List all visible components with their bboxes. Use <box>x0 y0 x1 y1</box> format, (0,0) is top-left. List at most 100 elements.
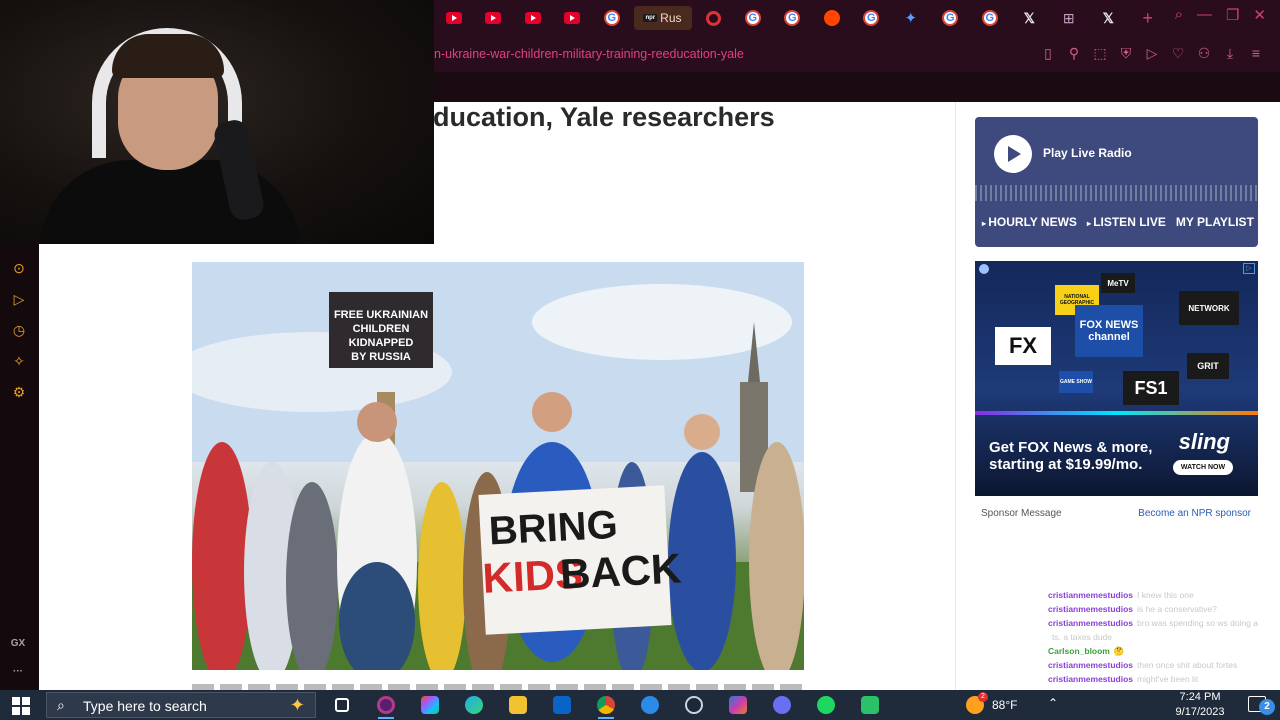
tray-overflow-icon[interactable]: ⌃ <box>1048 696 1058 710</box>
windows-taskbar: ⌕ ✦ 2 88°F ⌃ 7:24 PM 9/17/2023 <box>0 690 1280 720</box>
search-tabs-icon[interactable]: ⌕ <box>1175 6 1183 24</box>
taskbar-search-input[interactable] <box>83 698 263 714</box>
taskbar-figma[interactable] <box>410 693 450 717</box>
taskbar-explorer[interactable] <box>498 693 538 717</box>
tab-reddit[interactable] <box>812 6 852 30</box>
m365-icon <box>729 696 747 714</box>
fx-tile: FX <box>995 327 1051 365</box>
hourly-news-link[interactable]: HOURLY NEWS <box>982 215 1077 229</box>
url-text[interactable]: n-ukraine-war-children-military-training… <box>434 47 744 61</box>
extensions-icon[interactable]: ✧ <box>11 353 27 369</box>
sponsor-message-label: Sponsor Message <box>981 508 1062 519</box>
chat-username[interactable]: cristianmemestudios <box>1048 590 1133 604</box>
screenshot-icon[interactable]: ⬚ <box>1092 45 1108 62</box>
become-sponsor-link[interactable]: Become an NPR sponsor <box>1138 508 1251 519</box>
watch-now-button[interactable]: WATCH NOW <box>1173 460 1233 475</box>
play-icon[interactable] <box>994 135 1032 173</box>
app-icon <box>861 696 879 714</box>
adchoices-icon[interactable]: ▷ <box>1243 263 1255 274</box>
close-icon[interactable]: ✕ <box>1253 6 1266 24</box>
tab-youtube-2[interactable] <box>474 6 514 30</box>
taskbar-clock[interactable]: 7:24 PM 9/17/2023 <box>1160 690 1240 720</box>
taskbar-apps <box>322 693 890 719</box>
tab-gemini[interactable]: ✦ <box>891 6 931 30</box>
taskbar-edge[interactable] <box>454 693 494 717</box>
my-playlist-link[interactable]: MY PLAYLIST <box>1176 215 1254 229</box>
send-icon[interactable]: ▷ <box>11 291 27 307</box>
npr-icon: npr <box>643 14 658 22</box>
play-live-radio-label[interactable]: Play Live Radio <box>1043 146 1132 160</box>
heart-icon[interactable]: ♡ <box>1170 45 1186 62</box>
system-tray-weather[interactable]: 2 88°F <box>966 690 1017 720</box>
taskbar-opera-gx[interactable] <box>366 693 406 719</box>
tab-google-3[interactable]: G <box>773 6 813 30</box>
tab-google-2[interactable]: G <box>733 6 773 30</box>
download-icon[interactable]: ⤓ <box>1222 45 1238 62</box>
protest-photo-illustration: FREE UKRAINIAN CHILDREN KIDNAPPED BY RUS… <box>192 262 804 670</box>
window-controls: ⌕ — ❐ ✕ <box>1175 6 1266 24</box>
more-icon[interactable]: ··· <box>10 664 26 680</box>
menu-icon[interactable]: ≡ <box>1248 45 1264 62</box>
taskbar-app-green[interactable] <box>850 693 890 717</box>
tab-grid[interactable]: ⊞ <box>1049 6 1089 30</box>
chat-username[interactable]: Carlson_bloom <box>1048 646 1110 660</box>
taskbar-search[interactable]: ⌕ ✦ <box>46 692 316 718</box>
taskbar-steam[interactable] <box>674 693 714 717</box>
tab-youtube-3[interactable] <box>513 6 553 30</box>
google-icon: G <box>863 10 880 26</box>
tab-strip: G npr Rus G G G ✦ G G 𝕏 ⊞ 𝕏 + <box>434 6 1168 30</box>
chat-username[interactable]: cristianmemestudios <box>1048 674 1133 688</box>
tab-google-1[interactable]: G <box>592 6 632 30</box>
sponsor-ad[interactable]: ▷ NATIONAL GEOGRAPHIC MeTV FX FOX NEWS c… <box>975 261 1258 496</box>
chat-message: Carlson_bloom 🤔 <box>1048 646 1280 660</box>
taskbar-discord[interactable] <box>762 693 802 717</box>
chat-username[interactable]: cristianmemestudios <box>1048 604 1133 618</box>
spotify-icon <box>817 696 835 714</box>
nfl-network-tile: NETWORK <box>1179 291 1239 325</box>
tab-youtube-4[interactable] <box>553 6 593 30</box>
taskbar-app-blue[interactable] <box>630 693 670 717</box>
chrome-icon <box>597 696 615 714</box>
grit-tile: GRIT <box>1187 353 1229 379</box>
task-view-button[interactable] <box>322 693 362 717</box>
youtube-icon <box>524 12 541 24</box>
ad-privacy-icon[interactable] <box>979 264 989 274</box>
windows-start-icon[interactable] <box>12 697 30 715</box>
sign1-line4: BY RUSSIA <box>351 351 411 363</box>
tab-grammarly[interactable] <box>694 6 734 30</box>
taskbar-outlook[interactable] <box>542 693 582 717</box>
shield-icon[interactable]: ⛨ <box>1118 45 1134 62</box>
listen-live-link[interactable]: LISTEN LIVE <box>1087 215 1166 229</box>
new-tab-button[interactable]: + <box>1128 6 1168 30</box>
chat-username[interactable]: cristianmemestudios <box>1048 618 1133 632</box>
live-radio-widget: Play Live Radio HOURLY NEWS LISTEN LIVE … <box>975 117 1258 247</box>
sign2-back: BACK <box>559 544 683 597</box>
taskbar-m365[interactable] <box>718 693 758 717</box>
tab-x-1[interactable]: 𝕏 <box>1010 6 1050 30</box>
taskbar-chrome[interactable] <box>586 693 626 719</box>
chat-text: ts. a taxes dude <box>1052 632 1113 642</box>
tab-google-6[interactable]: G <box>970 6 1010 30</box>
pin-icon[interactable]: ⚲ <box>1066 45 1082 62</box>
ad-glow-line <box>975 411 1258 415</box>
minimize-icon[interactable]: — <box>1197 6 1212 24</box>
outlook-icon <box>553 696 571 714</box>
player-icon[interactable]: ⊙ <box>11 260 27 276</box>
tab-npr-active[interactable]: npr Rus <box>633 6 692 30</box>
tab-google-4[interactable]: G <box>852 6 892 30</box>
weather-temperature: 88°F <box>992 698 1018 712</box>
reader-icon[interactable]: ▯ <box>1040 45 1056 62</box>
tab-google-5[interactable]: G <box>931 6 971 30</box>
taskbar-spotify[interactable] <box>806 693 846 717</box>
tab-x-2[interactable]: 𝕏 <box>1089 6 1129 30</box>
profile-icon[interactable]: ⚇ <box>1196 45 1212 62</box>
weather-sun-icon: 2 <box>966 692 988 714</box>
history-icon[interactable]: ◷ <box>11 322 27 338</box>
chat-username[interactable]: cristianmemestudios <box>1048 660 1133 674</box>
settings-icon[interactable]: ⚙ <box>11 384 27 400</box>
send-icon[interactable]: ▷ <box>1144 45 1160 62</box>
tab-youtube-1[interactable] <box>434 6 474 30</box>
restore-icon[interactable]: ❐ <box>1226 6 1239 24</box>
app-icon <box>641 696 659 714</box>
google-icon: G <box>784 10 801 26</box>
